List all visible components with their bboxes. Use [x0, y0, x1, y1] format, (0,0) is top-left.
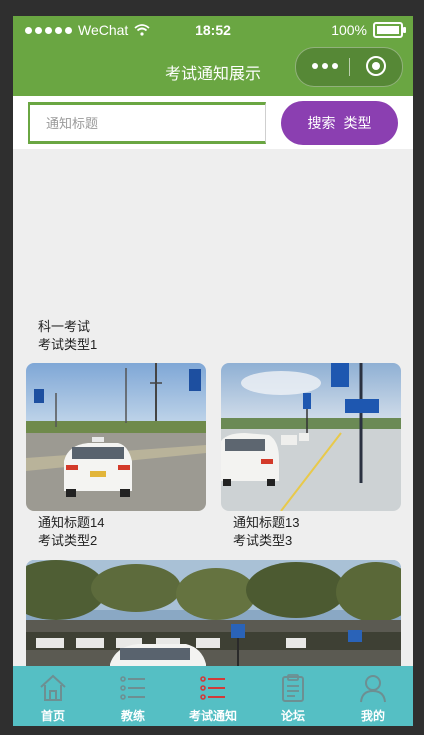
search-type-button[interactable]: 搜索 类型 — [281, 101, 398, 145]
parking-lot-photo — [26, 560, 401, 680]
top-bar: WeChat 18:52 100% 考试通知展示 — [13, 16, 413, 96]
notice-title: 通知标题14 — [38, 515, 105, 530]
notice-list-icon — [200, 676, 225, 700]
tab-coach[interactable]: 教练 — [93, 666, 173, 726]
capsule-divider — [349, 58, 350, 76]
tab-label: 考试通知 — [188, 709, 237, 723]
search-bar: 搜索 类型 — [13, 96, 413, 149]
search-input[interactable] — [44, 105, 248, 141]
status-bar: WeChat 18:52 100% — [13, 16, 413, 44]
search-field[interactable] — [28, 102, 266, 144]
tab-label: 教练 — [120, 709, 145, 723]
notice-type: 考试类型2 — [38, 533, 98, 548]
test-field-photo — [221, 363, 401, 511]
battery-percent: 100% — [331, 22, 367, 38]
more-icon[interactable] — [312, 63, 338, 69]
tab-label: 首页 — [40, 709, 65, 723]
notice-type: 考试类型3 — [233, 533, 293, 548]
tab-home[interactable]: 首页 — [13, 666, 93, 726]
phone-screen: WeChat 18:52 100% 考试通知展示 搜索 类型 科一考试 考试类型… — [13, 16, 413, 726]
search-label: 搜索 — [307, 115, 336, 131]
status-right: 100% — [331, 22, 406, 38]
notice-caption[interactable]: 通知标题14 考试类型2 — [38, 514, 104, 550]
tab-label: 我的 — [360, 709, 385, 723]
mini-program-capsule — [295, 47, 403, 87]
tab-exam-notice[interactable]: 考试通知 — [173, 666, 253, 726]
clipboard-icon — [282, 674, 304, 702]
list-icon — [120, 676, 145, 700]
notice-image[interactable] — [26, 560, 401, 680]
home-icon — [40, 674, 66, 701]
close-target-icon[interactable] — [366, 56, 386, 76]
tab-bar: 首页 教练 考试通知 论坛 我的 — [13, 666, 413, 726]
user-icon — [360, 675, 386, 703]
notice-image[interactable] — [221, 363, 401, 511]
tab-mine[interactable]: 我的 — [333, 666, 413, 726]
notice-caption[interactable]: 通知标题13 考试类型3 — [233, 514, 299, 550]
notice-title: 通知标题13 — [233, 515, 300, 530]
notice-image[interactable] — [26, 363, 206, 511]
battery-icon — [373, 22, 406, 38]
notice-title: 科一考试 — [38, 319, 91, 334]
driving-school-car-photo — [26, 363, 206, 511]
type-label: 类型 — [343, 115, 372, 131]
tab-label: 论坛 — [280, 709, 305, 723]
notice-caption[interactable]: 科一考试 考试类型1 — [38, 318, 97, 354]
tab-forum[interactable]: 论坛 — [253, 666, 333, 726]
notice-type: 考试类型1 — [38, 337, 98, 352]
